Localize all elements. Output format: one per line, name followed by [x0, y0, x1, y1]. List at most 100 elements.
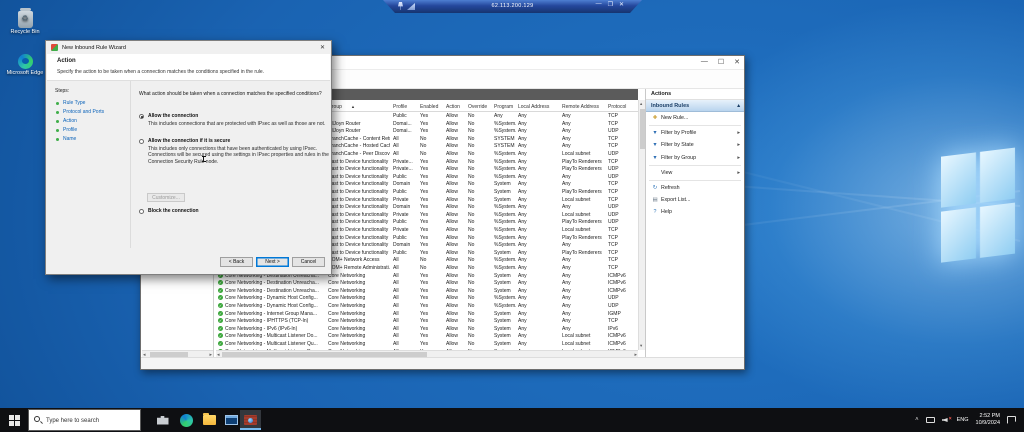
taskbar-icon-edge[interactable] [176, 410, 197, 430]
rule-cell: Any [562, 326, 606, 332]
rule-cell: Core Networking [328, 326, 390, 332]
language-indicator[interactable]: ENG [957, 417, 969, 423]
radio-allow-if-secure[interactable] [139, 139, 144, 144]
action-item-filter-by-state[interactable]: ▼Filter by State▸ [646, 139, 744, 151]
taskbar-search[interactable]: Type here to search [28, 409, 141, 431]
rule-cell: TCP [608, 113, 638, 119]
rule-cell: Any [494, 113, 516, 119]
rule-cell: %System... [494, 242, 516, 248]
wizard-close-icon[interactable]: ✕ [320, 44, 325, 51]
rule-cell: TCP [608, 136, 638, 142]
volume-muted-icon[interactable] [942, 417, 950, 424]
wizard-titlebar[interactable]: New Inbound Rule Wizard ✕ [46, 41, 331, 54]
radio-block-the-connection[interactable] [139, 209, 144, 214]
rule-cell: Public [393, 113, 418, 119]
console-window-icon [225, 415, 238, 425]
rule-cell: Local subnet [562, 333, 606, 339]
taskbar-icon-firewall[interactable] [240, 410, 261, 430]
action-item-refresh[interactable]: ↻Refresh [646, 182, 744, 194]
rule-cell: Any [518, 333, 560, 339]
rule-cell: Yes [420, 166, 444, 172]
remote-desktop-bar[interactable]: 62.113.200.129 — ❐ ✕ [383, 0, 642, 13]
rule-cell: No [468, 341, 492, 347]
rule-cell: %System... [494, 159, 516, 165]
wizard-step-profile[interactable]: Profile [63, 127, 77, 133]
cancel-button[interactable]: Cancel [292, 257, 325, 267]
rule-cell: %System... [494, 174, 516, 180]
rule-cell: %System... [494, 121, 516, 127]
clock[interactable]: 2:52 PM 10/9/2024 [976, 413, 1000, 427]
wizard-step-name[interactable]: Name [63, 136, 76, 142]
rdp-close-button[interactable]: ✕ [619, 1, 624, 8]
start-button[interactable] [9, 415, 20, 426]
column-header-group[interactable]: Group [328, 104, 390, 110]
scroll-up-icon[interactable]: ▴ [640, 101, 642, 107]
rule-cell: Yes [420, 235, 444, 241]
rdp-minimize-button[interactable]: — [596, 1, 602, 8]
action-center-icon[interactable] [1007, 416, 1016, 424]
rule-cell: TCP [608, 159, 638, 165]
column-header-enabled[interactable]: Enabled [420, 104, 444, 110]
column-header-program[interactable]: Program [494, 104, 516, 110]
taskbar-icon-console[interactable] [221, 410, 242, 430]
rule-cell: TCP [608, 318, 638, 324]
action-item-filter-by-profile[interactable]: ▼Filter by Profile▸ [646, 127, 744, 139]
edge-icon [180, 414, 193, 427]
actions-inbound-rules-header[interactable]: Inbound Rules ▴ [646, 100, 744, 112]
column-header-action[interactable]: Action [446, 104, 466, 110]
hidden-icons-chevron[interactable]: ˄ [915, 417, 919, 423]
rule-enabled-check-icon: ✓ [218, 280, 223, 285]
rule-cell: %System... [494, 295, 516, 301]
rule-cell: Allow [446, 166, 466, 172]
action-item-help[interactable]: ?Help [646, 206, 744, 218]
action-item-label: Export List... [661, 197, 690, 203]
rule-cell: Yes [420, 121, 444, 127]
customize-button[interactable]: Customize... [147, 193, 185, 202]
tree-horizontal-scrollbar[interactable]: ◂ ▸ [142, 350, 213, 357]
next-button[interactable]: Next > [256, 257, 289, 267]
wizard-step-rule-type[interactable]: Rule Type [63, 100, 85, 106]
column-header-protocol[interactable]: Protocol [608, 104, 638, 110]
rules-horizontal-scrollbar[interactable]: ◂ ▸ [216, 350, 638, 357]
rule-cell: Allow [446, 113, 466, 119]
rule-cell: %System... [494, 265, 516, 271]
rule-cell: Allow [446, 159, 466, 165]
action-item-new-rule[interactable]: ✚New Rule... [646, 112, 744, 124]
rule-cell: UDP [608, 204, 638, 210]
wizard-step-protocol-and-ports[interactable]: Protocol and Ports [63, 109, 104, 115]
actions-header-label: Inbound Rules [651, 103, 689, 109]
column-header-profile[interactable]: Profile [393, 104, 418, 110]
column-header-remote-address[interactable]: Remote Address [562, 104, 606, 110]
tray-time: 2:52 PM [980, 413, 1000, 419]
collapse-icon[interactable]: ▴ [737, 100, 740, 112]
action-item-label: Filter by State [661, 142, 694, 148]
action-item-view[interactable]: View▸ [646, 167, 744, 179]
rule-cell: Yes [420, 280, 444, 286]
column-header-override[interactable]: Override [468, 104, 492, 110]
window-maximize-button[interactable]: ☐ [718, 58, 724, 66]
desktop-icon-microsoft-edge[interactable]: Microsoft Edge [3, 54, 47, 76]
rule-cell: Core Networking - Internet Group Mana... [225, 311, 325, 317]
radio-allow-the-connection[interactable] [139, 114, 144, 119]
desktop-icon-recycle-bin[interactable]: Recycle Bin [3, 11, 47, 35]
rule-cell: TCP [608, 265, 638, 271]
rule-cell: All [393, 257, 418, 263]
network-monitor-icon[interactable] [926, 417, 935, 423]
back-button[interactable]: < Back [220, 257, 253, 267]
rule-cell: Core Networking - Destination Unreacha..… [225, 288, 325, 294]
scroll-down-icon[interactable]: ▾ [640, 343, 642, 349]
rule-cell: No [420, 265, 444, 271]
rule-cell: Any [518, 303, 560, 309]
column-header-local-address[interactable]: Local Address [518, 104, 560, 110]
window-close-button[interactable]: ✕ [734, 58, 740, 66]
wizard-step-action[interactable]: Action [63, 118, 77, 124]
rdp-restore-button[interactable]: ❐ [608, 1, 613, 8]
taskbar-icon-file-explorer[interactable] [199, 410, 220, 430]
action-item-export-list[interactable]: ▤Export List... [646, 194, 744, 206]
action-item-filter-by-group[interactable]: ▼Filter by Group▸ [646, 152, 744, 164]
rule-cell: All [393, 143, 418, 149]
separator [649, 165, 741, 166]
rule-cell: TCP [608, 227, 638, 233]
taskbar-icon-server-manager[interactable] [152, 410, 173, 430]
window-minimize-button[interactable]: — [701, 58, 708, 66]
